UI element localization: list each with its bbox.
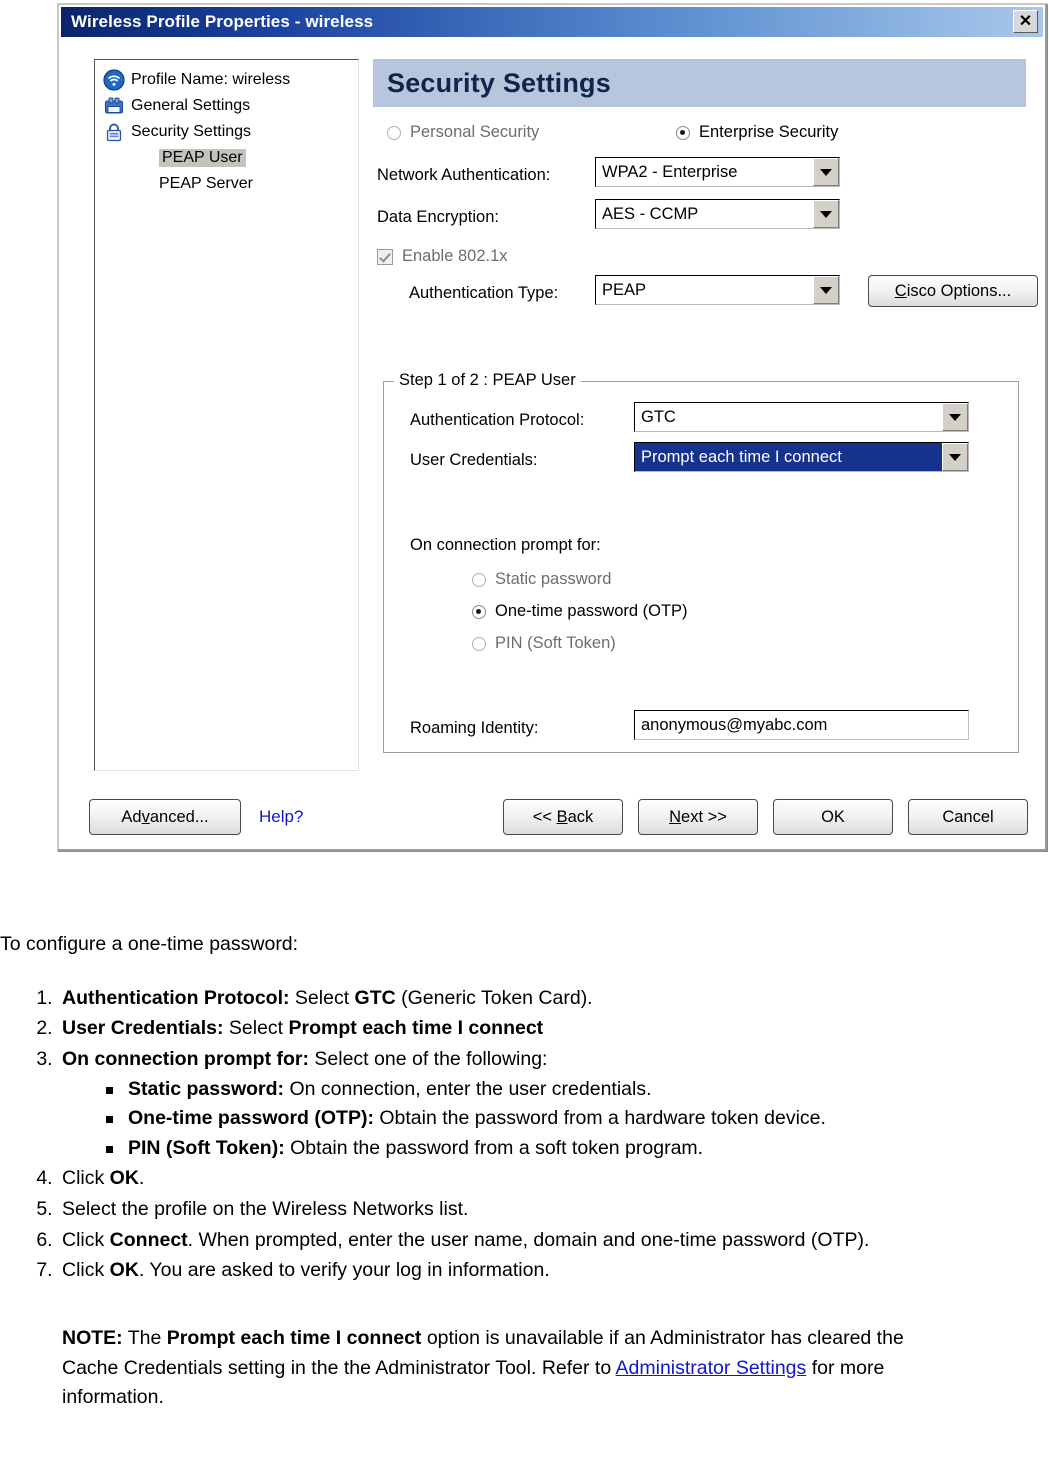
substep-bold-term: One-time password (OTP): xyxy=(128,1107,374,1130)
dialog-body: Profile Name: wireless General Settings xyxy=(61,37,1043,847)
step-pre: Select the profile on the Wireless Netwo… xyxy=(62,1198,469,1220)
list-item: One-time password (OTP): Obtain the pass… xyxy=(106,1104,1049,1134)
note-paragraph: NOTE: The Prompt each time I connect opt… xyxy=(62,1324,962,1413)
step-tail: . xyxy=(138,1167,145,1190)
step-bold: Connect xyxy=(109,1228,188,1251)
substep-text: Obtain the password from a soft token pr… xyxy=(284,1136,704,1159)
step-pre: Click xyxy=(62,1228,110,1251)
step-tail: . You are asked to verify your log in in… xyxy=(138,1259,550,1282)
step-bold-value: Prompt each time I connect xyxy=(288,1017,544,1040)
back-button[interactable]: << Back xyxy=(503,799,623,835)
administrator-settings-link[interactable]: Administrator Settings xyxy=(616,1357,807,1379)
help-link[interactable]: Help? xyxy=(259,807,303,827)
back-label: << Back xyxy=(532,807,594,826)
step-text: Select one of the following: xyxy=(308,1047,548,1070)
wireless-profile-properties-dialog: Wireless Profile Properties - wireless ✕… xyxy=(57,3,1047,851)
list-item: User Credentials: Select Prompt each tim… xyxy=(58,1014,1049,1044)
substep-bold-term: Static password: xyxy=(128,1077,285,1100)
dialog-titlebar: Wireless Profile Properties - wireless ✕ xyxy=(61,7,1043,37)
step-pre: Click xyxy=(62,1259,110,1282)
step-tail: . When prompted, enter the user name, do… xyxy=(187,1228,870,1251)
ok-button[interactable]: OK xyxy=(773,799,893,835)
instruction-steps-list: Authentication Protocol: Select GTC (Gen… xyxy=(0,984,1049,1286)
ok-label: OK xyxy=(821,807,845,826)
instructions-section: To configure a one-time password: Authen… xyxy=(0,930,1049,1413)
step-pre: Click xyxy=(62,1167,110,1190)
cancel-button[interactable]: Cancel xyxy=(908,799,1028,835)
step-bold-term: User Credentials: xyxy=(62,1017,224,1040)
list-item: On connection prompt for: Select one of … xyxy=(58,1045,1049,1164)
list-item: PIN (Soft Token): Obtain the password fr… xyxy=(106,1134,1049,1164)
dialog-footer: Advanced... Help? << Back Next >> OK Can… xyxy=(61,37,1043,847)
note-bold-option: Prompt each time I connect xyxy=(166,1326,422,1349)
instructions-intro: To configure a one-time password: xyxy=(0,933,299,955)
list-item: Authentication Protocol: Select GTC (Gen… xyxy=(58,984,1049,1014)
list-item: Click OK. xyxy=(58,1164,1049,1194)
advanced-label: Advanced... xyxy=(121,807,209,826)
substeps-list: Static password: On connection, enter th… xyxy=(62,1075,1049,1164)
step-bold: OK xyxy=(109,1167,139,1190)
substep-bold-term: PIN (Soft Token): xyxy=(128,1136,285,1159)
note-text-1: The xyxy=(122,1326,167,1349)
step-text: Select xyxy=(223,1017,289,1040)
next-label: Next >> xyxy=(669,807,727,826)
step-bold-term: On connection prompt for: xyxy=(62,1047,309,1070)
list-item: Click OK. You are asked to verify your l… xyxy=(58,1256,1049,1286)
step-tail: (Generic Token Card). xyxy=(395,986,593,1009)
step-bold: OK xyxy=(109,1259,139,1282)
step-bold-term: Authentication Protocol: xyxy=(62,986,290,1009)
step-bold-value: GTC xyxy=(354,986,396,1009)
list-item: Click Connect. When prompted, enter the … xyxy=(58,1226,1049,1256)
next-button[interactable]: Next >> xyxy=(638,799,758,835)
list-item: Static password: On connection, enter th… xyxy=(106,1075,1049,1105)
note-label: NOTE: xyxy=(62,1326,123,1349)
list-item: Select the profile on the Wireless Netwo… xyxy=(58,1195,1049,1225)
cancel-label: Cancel xyxy=(942,807,994,826)
advanced-button[interactable]: Advanced... xyxy=(89,799,241,835)
substep-text: On connection, enter the user credential… xyxy=(284,1077,652,1100)
substep-text: Obtain the password from a hardware toke… xyxy=(373,1107,826,1130)
dialog-title: Wireless Profile Properties - wireless xyxy=(71,12,374,31)
close-icon[interactable]: ✕ xyxy=(1013,10,1038,33)
step-text: Select xyxy=(289,986,355,1009)
